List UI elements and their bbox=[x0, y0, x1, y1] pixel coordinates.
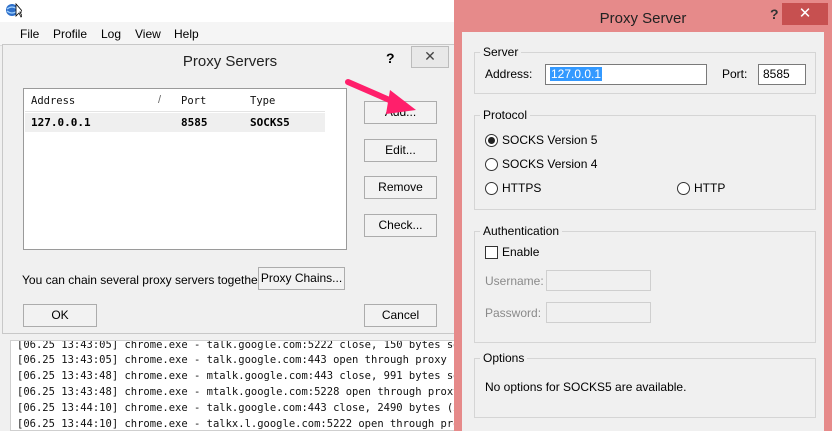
app-titlebar bbox=[0, 0, 460, 22]
username-input[interactable] bbox=[546, 270, 651, 291]
proxy-list-header: Address / Port Type bbox=[25, 90, 325, 112]
https-radio[interactable] bbox=[485, 182, 498, 195]
annotation-arrow-icon bbox=[345, 79, 416, 114]
protocol-group-label: Protocol bbox=[480, 108, 531, 122]
proxy-server-body: Server Address: 127.0.0.1 Port: 8585 Pro… bbox=[462, 32, 824, 431]
menu-file[interactable]: File bbox=[20, 27, 39, 41]
socks4-radio[interactable] bbox=[485, 158, 498, 171]
username-label: Username: bbox=[485, 274, 544, 288]
row-port: 8585 bbox=[181, 116, 208, 129]
remove-button[interactable]: Remove bbox=[364, 176, 437, 199]
proxy-list-row[interactable]: 127.0.0.1 8585 SOCKS5 bbox=[25, 113, 325, 132]
close-icon[interactable]: ✕ bbox=[411, 46, 449, 68]
edit-button[interactable]: Edit... bbox=[364, 139, 437, 162]
column-address[interactable]: Address bbox=[31, 95, 75, 107]
options-group-label: Options bbox=[480, 351, 528, 365]
port-label: Port: bbox=[722, 67, 748, 81]
http-label: HTTP bbox=[694, 181, 726, 195]
server-group-label: Server bbox=[480, 45, 522, 59]
sort-indicator: / bbox=[158, 94, 162, 106]
log-panel[interactable]: [06.25 13:43:05] chrome.exe - talk.googl… bbox=[10, 340, 462, 431]
server-group: Server Address: 127.0.0.1 Port: 8585 bbox=[474, 45, 816, 94]
socks5-radio[interactable] bbox=[485, 134, 498, 147]
log-line: [06.25 13:43:48] chrome.exe - mtalk.goog… bbox=[17, 386, 462, 398]
app-globe-icon bbox=[6, 2, 22, 18]
check-button[interactable]: Check... bbox=[364, 214, 437, 237]
enable-auth-label: Enable bbox=[502, 245, 540, 259]
proxy-server-dialog: Proxy Server ? ✕ Server Address: 127.0.0… bbox=[454, 0, 832, 431]
protocol-group: Protocol SOCKS Version 5 SOCKS Version 4… bbox=[474, 108, 816, 210]
menu-log[interactable]: Log bbox=[101, 27, 121, 41]
proxy-chains-button[interactable]: Proxy Chains... bbox=[258, 267, 345, 290]
cancel-button[interactable]: Cancel bbox=[364, 304, 437, 327]
row-address: 127.0.0.1 bbox=[31, 116, 91, 129]
menubar: File Profile Log View Help bbox=[0, 22, 460, 46]
authentication-group: Authentication Enable Username: Password… bbox=[474, 224, 816, 343]
proxy-list[interactable]: Address / Port Type 127.0.0.1 8585 SOCKS… bbox=[23, 88, 347, 250]
authentication-group-label: Authentication bbox=[480, 224, 563, 238]
log-line: [06.25 13:43:48] chrome.exe - mtalk.goog… bbox=[17, 370, 462, 382]
close-icon[interactable]: ✕ bbox=[782, 3, 828, 25]
help-icon[interactable]: ? bbox=[386, 50, 395, 66]
log-line: [06.25 13:43:05] chrome.exe - talk.googl… bbox=[17, 340, 462, 351]
log-line: [06.25 13:44:10] chrome.exe - talk.googl… bbox=[17, 402, 462, 414]
menu-view[interactable]: View bbox=[135, 27, 161, 41]
enable-auth-checkbox[interactable] bbox=[485, 246, 498, 259]
log-line: [06.25 13:44:10] chrome.exe - talkx.l.go… bbox=[17, 418, 462, 430]
column-type[interactable]: Type bbox=[250, 95, 275, 107]
log-line: [06.25 13:43:05] chrome.exe - talk.googl… bbox=[17, 354, 462, 366]
port-input[interactable]: 8585 bbox=[758, 64, 806, 85]
menu-help[interactable]: Help bbox=[174, 27, 199, 41]
address-value: 127.0.0.1 bbox=[550, 67, 603, 81]
http-radio[interactable] bbox=[677, 182, 690, 195]
row-type: SOCKS5 bbox=[250, 116, 290, 129]
https-label: HTTPS bbox=[502, 181, 542, 195]
socks5-label: SOCKS Version 5 bbox=[502, 133, 598, 147]
ok-button[interactable]: OK bbox=[23, 304, 97, 327]
column-port[interactable]: Port bbox=[181, 95, 206, 107]
password-label: Password: bbox=[485, 306, 542, 320]
options-group: Options No options for SOCKS5 are availa… bbox=[474, 351, 816, 418]
chain-description: You can chain several proxy servers toge… bbox=[22, 273, 266, 287]
socks4-label: SOCKS Version 4 bbox=[502, 157, 598, 171]
password-input[interactable] bbox=[546, 302, 651, 323]
help-icon[interactable]: ? bbox=[770, 6, 779, 22]
address-label: Address: bbox=[485, 67, 533, 81]
address-input[interactable]: 127.0.0.1 bbox=[545, 64, 707, 85]
options-text: No options for SOCKS5 are available. bbox=[485, 380, 687, 394]
menu-profile[interactable]: Profile bbox=[53, 27, 87, 41]
